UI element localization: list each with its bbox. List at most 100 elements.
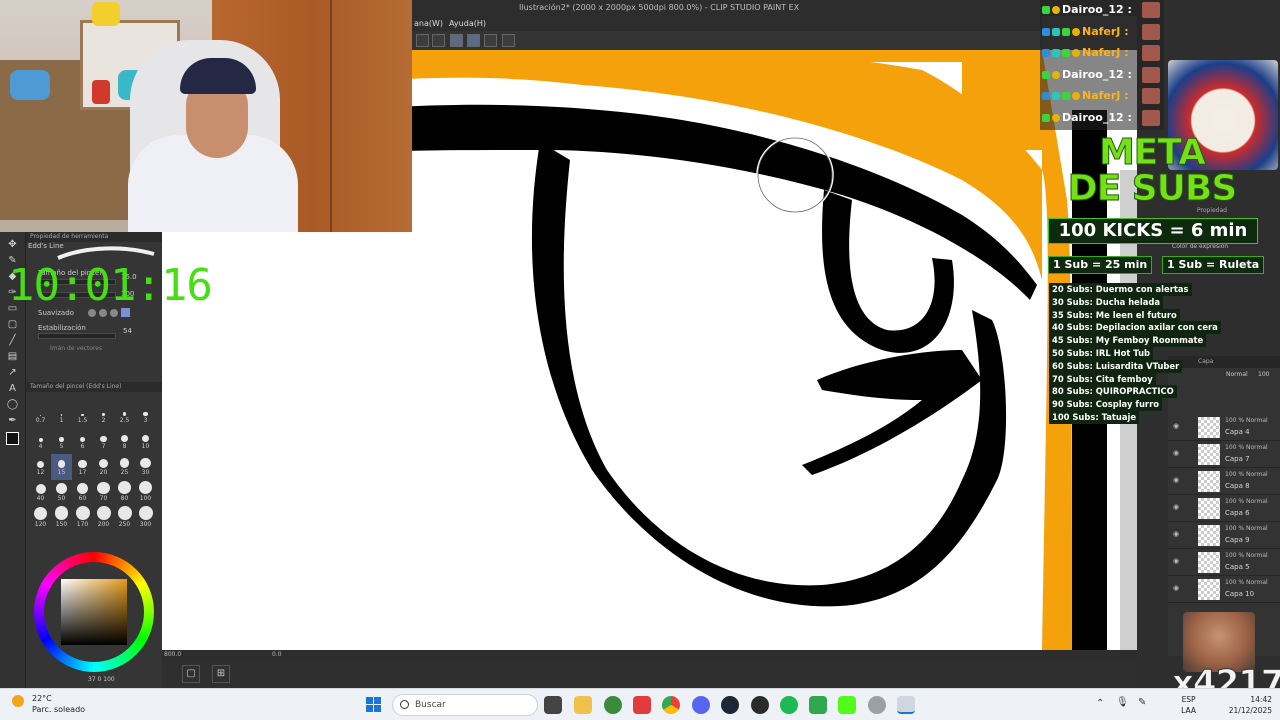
steam-icon[interactable] xyxy=(721,696,739,714)
app-icon[interactable] xyxy=(633,696,651,714)
command-bar xyxy=(412,31,1042,50)
brush-size-option[interactable]: 80 xyxy=(114,480,135,506)
layer-row[interactable]: ◉ 100 % Normal Capa 9 xyxy=(1168,522,1280,549)
visibility-eye-icon[interactable]: ◉ xyxy=(1171,530,1181,540)
brush-size-option[interactable]: 70 xyxy=(93,480,114,506)
layer-opacity-value[interactable]: 100 xyxy=(1258,371,1269,378)
xbox-icon[interactable] xyxy=(604,696,622,714)
brush-size-option[interactable]: 8 xyxy=(114,428,135,454)
brush-size-option[interactable]: 40 xyxy=(30,480,51,506)
vector-tool-icon[interactable]: ↗ xyxy=(6,366,19,379)
tray-chevron-icon[interactable]: ⌃ xyxy=(1096,698,1104,709)
visibility-eye-icon[interactable]: ◉ xyxy=(1171,422,1181,432)
layer-mode: 100 % Normal xyxy=(1225,525,1268,532)
visibility-eye-icon[interactable]: ◉ xyxy=(1171,503,1181,513)
brush-size-option[interactable]: 4 xyxy=(30,428,51,454)
brush-size-option[interactable]: 1.5 xyxy=(72,402,93,428)
brush-size-option[interactable]: 1 xyxy=(51,402,72,428)
brush-size-option[interactable]: 7 xyxy=(93,428,114,454)
notes-icon[interactable] xyxy=(809,696,827,714)
discord-icon[interactable] xyxy=(692,696,710,714)
visibility-eye-icon[interactable]: ◉ xyxy=(1171,449,1181,459)
spotify-icon[interactable] xyxy=(780,696,798,714)
selection-tool-icon[interactable]: ▢ xyxy=(6,318,19,331)
color-wheel[interactable] xyxy=(34,552,154,672)
chat-message: Dairoo_12 : xyxy=(1042,0,1164,20)
brush-size-option[interactable]: 10 xyxy=(135,428,156,454)
weather-condition: Parc. soleado xyxy=(32,705,86,714)
layer-row[interactable]: ◉ 100 % Normal Capa 6 xyxy=(1168,495,1280,522)
obs-icon[interactable] xyxy=(751,696,769,714)
sub-goal-item: 30 Subs: Ducha helada xyxy=(1049,295,1164,309)
brush-size-option[interactable]: 300 xyxy=(135,506,156,532)
brush-size-option[interactable]: 6 xyxy=(72,428,93,454)
grid-icon[interactable]: ⊞ xyxy=(212,665,230,683)
layer-row[interactable]: ◉ 100 % Normal Capa 4 xyxy=(1168,414,1280,441)
brush-size-option[interactable]: 250 xyxy=(114,506,135,532)
app-icon[interactable] xyxy=(868,696,886,714)
layer-thumbnail xyxy=(1198,525,1220,546)
microphone-icon[interactable]: 🎙 xyxy=(1116,697,1129,708)
command-icon[interactable] xyxy=(432,34,445,47)
color-saturation-square[interactable] xyxy=(61,579,127,645)
lasso-tool-icon[interactable]: ◯ xyxy=(6,398,19,411)
layer-panel-header: Capa xyxy=(1168,356,1280,368)
brush-size-option[interactable]: 2.5 xyxy=(114,402,135,428)
chrome-icon[interactable] xyxy=(662,696,680,714)
brush-size-option[interactable]: 200 xyxy=(93,506,114,532)
brush-size-option[interactable]: 20 xyxy=(93,454,114,480)
brush-size-option[interactable]: 170 xyxy=(72,506,93,532)
menu-window[interactable]: ana(W) xyxy=(414,16,443,31)
layer-row[interactable]: ◉ 100 % Normal Capa 8 xyxy=(1168,468,1280,495)
brush-size-option[interactable]: 0.7 xyxy=(30,402,51,428)
stabilization-slider[interactable] xyxy=(38,333,116,339)
settings-tool-icon[interactable] xyxy=(502,34,515,47)
layout-icon[interactable]: ▢ xyxy=(182,665,200,683)
layer-row[interactable]: ◉ 100 % Normal Capa 10 xyxy=(1168,576,1280,603)
brush-size-option[interactable]: 5 xyxy=(51,428,72,454)
frame-tool-icon[interactable]: ▤ xyxy=(6,350,19,363)
system-tray[interactable]: ESP LAA 14:42 21/12/2025 xyxy=(1181,694,1272,716)
rotation-value[interactable]: 0.0 xyxy=(272,650,282,660)
windows-start-icon[interactable] xyxy=(366,697,382,713)
text-tool-icon[interactable]: A xyxy=(6,382,19,395)
pen-icon[interactable]: ✎ xyxy=(1138,697,1146,708)
brush-size-option[interactable]: 15 xyxy=(51,454,72,480)
visibility-eye-icon[interactable]: ◉ xyxy=(1171,476,1181,486)
eyedropper-tool-icon[interactable]: ✒ xyxy=(6,414,19,427)
pen-tool-icon[interactable] xyxy=(450,34,463,47)
layer-row[interactable]: ◉ 100 % Normal Capa 5 xyxy=(1168,549,1280,576)
kick-icon[interactable] xyxy=(838,696,856,714)
visibility-eye-icon[interactable]: ◉ xyxy=(1171,557,1181,567)
file-explorer-icon[interactable] xyxy=(574,696,592,714)
brush-size-option[interactable]: 50 xyxy=(51,480,72,506)
weather-widget[interactable]: 22°C Parc. soleado xyxy=(12,693,85,715)
taskbar-search-label: Buscar xyxy=(415,700,446,710)
pencil-tool-icon[interactable] xyxy=(484,34,497,47)
line-tool-icon[interactable]: ╱ xyxy=(6,334,19,347)
brush-size-option[interactable]: 2 xyxy=(93,402,114,428)
brush-size-option[interactable]: 60 xyxy=(72,480,93,506)
stabilization-value[interactable]: 54 xyxy=(123,327,132,335)
task-view-icon[interactable] xyxy=(544,696,562,714)
menu-help[interactable]: Ayuda(H) xyxy=(449,16,486,31)
brush-size-option[interactable]: 17 xyxy=(72,454,93,480)
taskbar-search[interactable]: Buscar xyxy=(392,694,538,716)
visibility-eye-icon[interactable]: ◉ xyxy=(1171,584,1181,594)
layer-blend-mode[interactable]: Normal xyxy=(1226,371,1248,378)
brush-size-option[interactable]: 25 xyxy=(114,454,135,480)
brush-size-option[interactable]: 120 xyxy=(30,506,51,532)
main-color-swatch[interactable] xyxy=(6,432,19,445)
zoom-value[interactable]: 800.0 xyxy=(164,650,181,660)
brush-size-option[interactable]: 100 xyxy=(135,480,156,506)
command-icon[interactable] xyxy=(416,34,429,47)
clip-studio-icon[interactable] xyxy=(897,696,915,714)
move-tool-icon[interactable]: ✥ xyxy=(6,238,19,251)
pen-tool-icon[interactable] xyxy=(467,34,480,47)
brush-size-option[interactable]: 3 xyxy=(135,402,156,428)
brush-size-option[interactable]: 12 xyxy=(30,454,51,480)
brush-size-option[interactable]: 30 xyxy=(135,454,156,480)
brush-size-option[interactable]: 150 xyxy=(51,506,72,532)
language-indicator[interactable]: ESP LAA xyxy=(1181,694,1196,716)
layer-row[interactable]: ◉ 100 % Normal Capa 7 xyxy=(1168,441,1280,468)
